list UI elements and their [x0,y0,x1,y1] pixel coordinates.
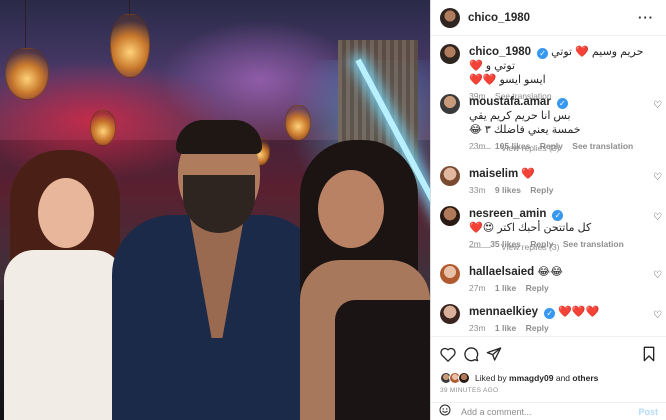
comment-likes[interactable]: 1 like [495,323,516,333]
caption-text-line2: ايسو ايسو ❤️❤️ [469,74,546,86]
avatar[interactable] [440,44,460,64]
view-replies-button[interactable]: View replies (3) [469,143,559,153]
caption-username[interactable]: chico_1980 [469,46,531,58]
like-comment-heart-icon[interactable]: ♡ [653,100,662,111]
person-left-face [38,178,94,248]
share-icon[interactable] [485,345,503,363]
lamp-cord [129,0,130,14]
person-left-body [4,250,124,420]
replies-line [469,246,491,248]
comment-text: ❤️❤️❤️ [558,306,600,318]
post-actions: Liked by mmagdy09 and others 39 MINUTES … [431,336,666,420]
like-comment-heart-icon[interactable]: ♡ [653,270,662,281]
comment-age: 33m [469,185,486,195]
lantern [5,48,49,100]
more-horizontal-icon[interactable]: ··· [638,10,654,25]
verified-icon: ✓ [544,308,556,319]
person-middle-hair [176,120,262,154]
lantern [90,110,116,146]
comment-icon[interactable] [462,345,480,363]
liker-avatar [458,372,470,384]
lantern [110,14,150,78]
smiley-icon-svg [439,404,451,416]
comment-input[interactable]: Add a comment... [461,407,638,417]
reply-button[interactable]: Reply [526,283,549,293]
liked-by-others[interactable]: others [572,373,598,383]
verified-icon: ✓ [556,98,568,109]
post-button[interactable]: Post [638,407,658,417]
avatar[interactable] [440,304,460,324]
verified-icon: ✓ [552,210,564,221]
post-side-panel: chico_1980 ··· chico_1980 ✓ حريم وسيم ❤️… [431,0,666,420]
likes-summary: Liked by mmagdy09 and others [440,372,598,384]
comment-text: ❤️ [521,168,535,180]
lantern [285,105,311,141]
comment-username[interactable]: mennaelkiey [469,306,538,318]
comment-username[interactable]: nesreen_amin [469,208,546,220]
comments-list: chico_1980 ✓ حريم وسيم ❤️ توتي توتي و ❤️… [431,36,666,336]
comment-text-line2: خمسة يعني فاضلك ٣ 😂 [469,124,581,136]
avatar[interactable] [440,166,460,186]
comment-likes[interactable]: 1 like [495,283,516,293]
view-replies-label: View replies (3) [501,242,560,252]
comment-text: بس انا حريم كريم يقي [469,110,571,122]
view-replies-button[interactable]: View replies (3) [469,242,559,252]
avatar[interactable] [440,94,460,114]
person-right-face [318,170,384,248]
liked-by-prefix: Liked by [475,373,507,383]
replies-line [469,147,491,149]
see-translation-link[interactable]: See translation [563,239,624,249]
post-photo[interactable] [0,0,430,420]
verified-icon: ✓ [537,48,549,59]
heart-icon-svg [440,347,456,362]
person-right-dress [335,300,430,420]
liked-by-joiner: and [555,373,571,383]
heart-icon[interactable] [439,345,457,363]
avatar[interactable] [440,206,460,226]
post-header: chico_1980 ··· [431,0,666,36]
see-translation-link[interactable]: See translation [572,141,633,151]
like-comment-heart-icon[interactable]: ♡ [653,310,662,321]
like-comment-heart-icon[interactable]: ♡ [653,172,662,183]
avatar[interactable] [440,264,460,284]
comment-username[interactable]: hallaelsaied [469,266,534,278]
bookmark-icon-svg [643,346,655,362]
comment-text: كل ماتتحن أحبك اكتر 😍❤️ [469,222,592,234]
comment-icon-svg [464,347,479,362]
reply-button[interactable]: Reply [530,185,553,195]
view-replies-label: View replies (3) [501,143,560,153]
comment-text: 😂😂 [537,266,563,278]
lamp-cord [25,0,26,48]
comment-username[interactable]: moustafa.amar [469,96,551,108]
add-comment-bar: Add a comment... Post [431,402,666,420]
reply-button[interactable]: Reply [526,323,549,333]
bookmark-icon[interactable] [640,345,658,363]
comment-age: 23m [469,323,486,333]
comment-likes[interactable]: 9 likes [495,185,521,195]
share-icon-svg [486,347,502,361]
header-username[interactable]: chico_1980 [468,12,530,24]
like-comment-heart-icon[interactable]: ♡ [653,212,662,223]
comment-username[interactable]: maiselim [469,168,518,180]
avatar[interactable] [440,7,460,28]
smiley-icon[interactable] [439,403,451,420]
post-timestamp: 39 MINUTES AGO [440,387,499,394]
comment-age: 27m [469,283,486,293]
liked-by-user[interactable]: mmagdy09 [509,373,553,383]
